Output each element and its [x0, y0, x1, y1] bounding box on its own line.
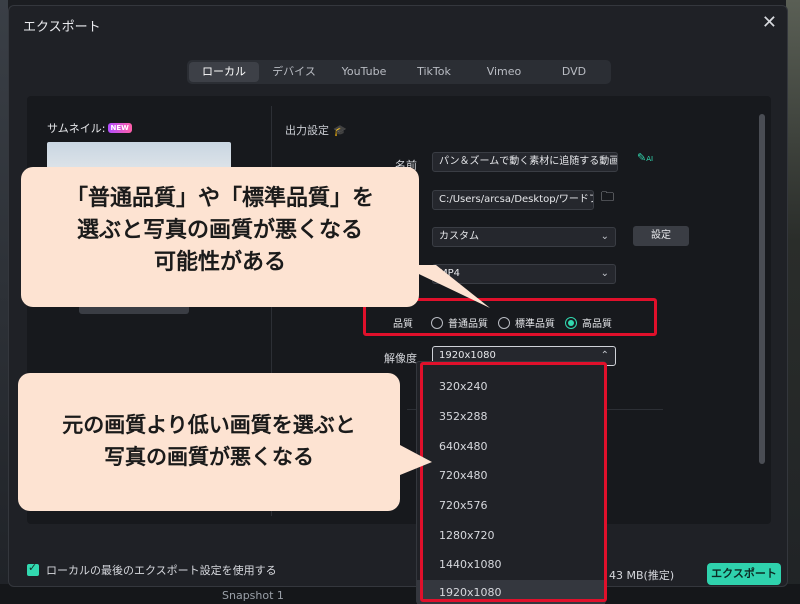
- callout-bottom-line-2: 写真の画質が悪くなる: [104, 445, 314, 469]
- tab-tiktok[interactable]: TikTok: [399, 62, 469, 82]
- tab-device[interactable]: デバイス: [259, 62, 329, 82]
- use-last-settings[interactable]: ローカルの最後のエクスポート設定を使用する: [27, 561, 277, 578]
- resolution-highlight-box: [420, 362, 607, 602]
- callout-top-line-2: 選ぶと写真の画質が悪くなる: [76, 218, 363, 243]
- format-value: MP4: [439, 268, 461, 279]
- new-badge: NEW: [107, 123, 132, 133]
- snapshot-label[interactable]: Snapshot 1: [222, 589, 284, 602]
- chevron-down-icon: ⌄: [600, 231, 609, 242]
- resolution-value: 1920x1080: [439, 350, 496, 361]
- output-settings-title: 出力設定 🎓: [285, 122, 347, 138]
- use-last-settings-checkbox[interactable]: [27, 561, 39, 576]
- tab-youtube[interactable]: YouTube: [329, 62, 399, 82]
- folder-icon[interactable]: 🗀: [601, 188, 614, 210]
- chevron-down-icon: ⌄: [600, 268, 609, 279]
- graduation-cap-icon[interactable]: 🎓: [333, 124, 347, 137]
- use-last-settings-label: ローカルの最後のエクスポート設定を使用する: [46, 564, 277, 577]
- settings-button[interactable]: 設定: [633, 226, 689, 246]
- background-app-left: [0, 0, 8, 604]
- export-target-tabs: ローカル デバイス YouTube TikTok Vimeo DVD: [187, 60, 611, 84]
- file-name-input[interactable]: パン＆ズームで動く素材に追随する動画: [432, 152, 618, 172]
- close-icon[interactable]: ✕: [762, 14, 777, 32]
- tab-local[interactable]: ローカル: [189, 62, 259, 82]
- tab-vimeo[interactable]: Vimeo: [469, 62, 539, 82]
- dialog-title: エクスポート: [23, 20, 101, 35]
- format-select[interactable]: MP4 ⌄: [432, 264, 616, 284]
- thumbnail-label: サムネイル: NEW: [47, 120, 132, 136]
- tab-dvd[interactable]: DVD: [539, 62, 609, 82]
- callout-resolution-warning: 元の画質より低い画質を選ぶと 写真の画質が悪くなる: [18, 373, 400, 511]
- resolution-label: 解像度: [384, 352, 417, 365]
- background-timeline: Snapshot 1: [0, 584, 800, 604]
- save-path-input[interactable]: C:/Users/arcsa/Desktop/ワードプ: [432, 190, 594, 210]
- callout-top-line-3: 可能性がある: [153, 250, 286, 275]
- callout-top-line-1: 「普通品質」や「標準品質」を: [65, 186, 374, 211]
- ai-pen-icon[interactable]: ✎AI: [637, 151, 653, 164]
- export-button[interactable]: エクスポート: [707, 563, 781, 585]
- settings-scrollbar[interactable]: [759, 114, 765, 464]
- preset-select[interactable]: カスタム ⌄: [432, 227, 616, 247]
- file-size-estimate: 43 MB(推定): [609, 569, 675, 582]
- callout-bottom-line-1: 元の画質より低い画質を選ぶと: [62, 413, 356, 437]
- thumbnail-label-text: サムネイル:: [47, 122, 106, 135]
- preset-value: カスタム: [439, 231, 479, 242]
- background-app-right: [786, 0, 800, 604]
- callout-quality-warning: 「普通品質」や「標準品質」を 選ぶと写真の画質が悪くなる 可能性がある: [21, 167, 419, 307]
- output-settings-title-text: 出力設定: [285, 124, 329, 137]
